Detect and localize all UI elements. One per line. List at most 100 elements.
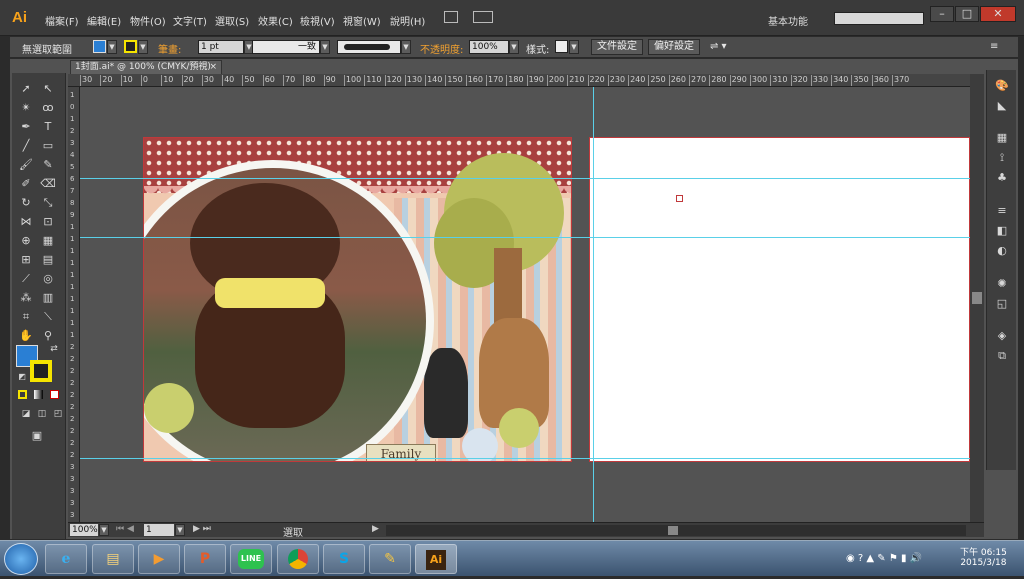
gradient-mode-icon[interactable]: [34, 390, 43, 399]
artboards-panel-icon[interactable]: ⧉: [994, 348, 1010, 364]
stroke-panel-icon[interactable]: ≡: [994, 203, 1010, 219]
workspace-switcher[interactable]: 基本功能: [768, 13, 808, 28]
close-button[interactable]: ✕: [980, 6, 1016, 22]
scale-tool-icon[interactable]: ⤡: [40, 195, 56, 211]
file-explorer-icon[interactable]: ▤: [92, 544, 134, 574]
menu-effect[interactable]: 效果(C): [258, 13, 293, 28]
fill-dropdown[interactable]: ▼: [107, 40, 117, 54]
zoom-dropdown[interactable]: ▼: [99, 524, 109, 536]
guide-horizontal-2[interactable]: [80, 237, 970, 238]
stroke-weight-field[interactable]: 1 pt: [198, 40, 244, 54]
vertical-scrollbar[interactable]: [970, 74, 984, 522]
paint-icon[interactable]: ✎: [369, 544, 411, 574]
color-mode-icon[interactable]: [18, 390, 27, 399]
direct-selection-tool-icon[interactable]: ↖: [40, 81, 56, 97]
menu-select[interactable]: 選取(S): [215, 13, 249, 28]
menu-help[interactable]: 說明(H): [390, 13, 425, 28]
transparency-panel-icon[interactable]: ◐: [994, 243, 1010, 259]
lasso-tool-icon[interactable]: ꝏ: [40, 100, 56, 116]
color-guide-panel-icon[interactable]: ◣: [994, 98, 1010, 114]
guide-horizontal-3[interactable]: [80, 458, 970, 459]
opacity-field[interactable]: 100%: [469, 40, 509, 54]
style-dropdown[interactable]: ▼: [569, 40, 579, 54]
magic-wand-tool-icon[interactable]: ✴: [18, 100, 34, 116]
powerpoint-icon[interactable]: P: [184, 544, 226, 574]
graphic-styles-panel-icon[interactable]: ◱: [994, 296, 1010, 312]
skype-icon[interactable]: S: [323, 544, 365, 574]
line-app-icon[interactable]: LINE: [230, 544, 272, 574]
artboard-number-dropdown[interactable]: ▼: [175, 524, 185, 536]
stroke-label[interactable]: 筆畫:: [158, 41, 181, 56]
eyedropper-tool-icon[interactable]: ⟋: [18, 271, 34, 287]
fill-swatch[interactable]: [93, 40, 106, 53]
layers-panel-icon[interactable]: ◈: [994, 328, 1010, 344]
align-menu-icon[interactable]: ⇌ ▾: [710, 41, 727, 52]
stroke-dropdown[interactable]: ▼: [138, 40, 148, 54]
menu-object[interactable]: 物件(O): [130, 13, 166, 28]
stroke-swatch[interactable]: [124, 40, 137, 53]
swatches-panel-icon[interactable]: ▦: [994, 130, 1010, 146]
guide-vertical-1[interactable]: [593, 87, 594, 522]
internet-explorer-icon[interactable]: e: [45, 544, 87, 574]
menu-file[interactable]: 檔案(F): [45, 13, 79, 28]
gradient-panel-icon[interactable]: ◧: [994, 223, 1010, 239]
stroke-profile-field[interactable]: 一致: [252, 40, 320, 54]
system-tray-icons[interactable]: ◉ ? ▲ ✎ ⚑ ▮ 🔊: [846, 553, 922, 564]
style-swatch[interactable]: [555, 40, 568, 53]
menu-edit[interactable]: 編輯(E): [87, 13, 121, 28]
start-button-icon[interactable]: [4, 543, 38, 575]
swap-fill-stroke-icon[interactable]: ⇄: [46, 341, 62, 357]
canvas[interactable]: Family: [80, 87, 970, 522]
type-tool-icon[interactable]: T: [40, 119, 56, 135]
rotate-tool-icon[interactable]: ↻: [18, 195, 34, 211]
artboard-back[interactable]: [589, 137, 970, 462]
artboard-tool-icon[interactable]: ⌗: [18, 309, 34, 325]
zoom-field[interactable]: 100%: [70, 524, 98, 536]
arrange-documents-icon[interactable]: [473, 11, 493, 23]
slice-tool-icon[interactable]: ⟍: [40, 309, 56, 325]
minimize-button[interactable]: –: [930, 6, 954, 22]
vertical-scroll-thumb[interactable]: [972, 292, 982, 304]
horizontal-ruler[interactable]: 30 20 10 0 10 20 30 40 50 60 70 80 90 100 110 120 130 140…: [68, 74, 970, 87]
none-mode-icon[interactable]: [50, 390, 59, 399]
hand-tool-icon[interactable]: ✋: [18, 328, 34, 344]
guide-horizontal-1[interactable]: [80, 178, 970, 179]
brush-dropdown[interactable]: ▼: [401, 40, 411, 54]
menu-view[interactable]: 檢視(V): [300, 13, 335, 28]
document-tab[interactable]: 1封面.ai* @ 100% (CMYK/預視) ×: [70, 60, 222, 75]
search-input[interactable]: [834, 12, 924, 25]
color-panel-icon[interactable]: 🎨: [994, 78, 1010, 94]
selection-tool-icon[interactable]: ➚: [18, 81, 34, 97]
width-tool-icon[interactable]: ⋈: [18, 214, 34, 230]
brushes-panel-icon[interactable]: ⟟: [994, 150, 1010, 166]
perspective-grid-tool-icon[interactable]: ▦: [40, 233, 56, 249]
artboard-front[interactable]: Family: [143, 137, 572, 462]
shape-builder-tool-icon[interactable]: ⊕: [18, 233, 34, 249]
column-graph-tool-icon[interactable]: ▥: [40, 290, 56, 306]
maximize-button[interactable]: □: [955, 6, 979, 22]
next-artboard-icon[interactable]: ▶ ⏭: [193, 524, 211, 534]
vertical-ruler[interactable]: 1 0 1 2 3 4 5 6 7 8 9 1 1 1 1 1 1 1 1 1 1 2 2 2 2 2 2 2 2 2 2 3 3 3 3 3: [68, 87, 80, 522]
horizontal-scrollbar[interactable]: [386, 525, 966, 536]
menu-type[interactable]: 文字(T): [173, 13, 207, 28]
default-colors-icon[interactable]: ◩: [14, 369, 30, 385]
status-menu-icon[interactable]: ▶: [372, 524, 379, 534]
line-tool-icon[interactable]: ╱: [18, 138, 34, 154]
opacity-dropdown[interactable]: ▼: [509, 40, 519, 54]
artboard-number-field[interactable]: 1: [144, 524, 174, 536]
symbol-sprayer-tool-icon[interactable]: ⁂: [18, 290, 34, 306]
draw-inside-icon[interactable]: ◰: [50, 406, 66, 422]
free-transform-tool-icon[interactable]: ⊡: [40, 214, 56, 230]
stroke-profile-dropdown[interactable]: ▼: [320, 40, 330, 54]
gradient-tool-icon[interactable]: ▤: [40, 252, 56, 268]
opacity-label[interactable]: 不透明度:: [420, 41, 463, 56]
symbols-panel-icon[interactable]: ♣: [994, 170, 1010, 186]
mesh-tool-icon[interactable]: ⊞: [18, 252, 34, 268]
blob-brush-tool-icon[interactable]: ✐: [18, 176, 34, 192]
blend-tool-icon[interactable]: ◎: [40, 271, 56, 287]
clock[interactable]: 下午 06:15 2015/3/18: [960, 545, 1007, 568]
eraser-tool-icon[interactable]: ⌫: [40, 176, 56, 192]
panel-menu-icon[interactable]: ≡: [990, 41, 998, 52]
bridge-icon[interactable]: [444, 11, 458, 23]
brush-definition-field[interactable]: [337, 40, 401, 54]
